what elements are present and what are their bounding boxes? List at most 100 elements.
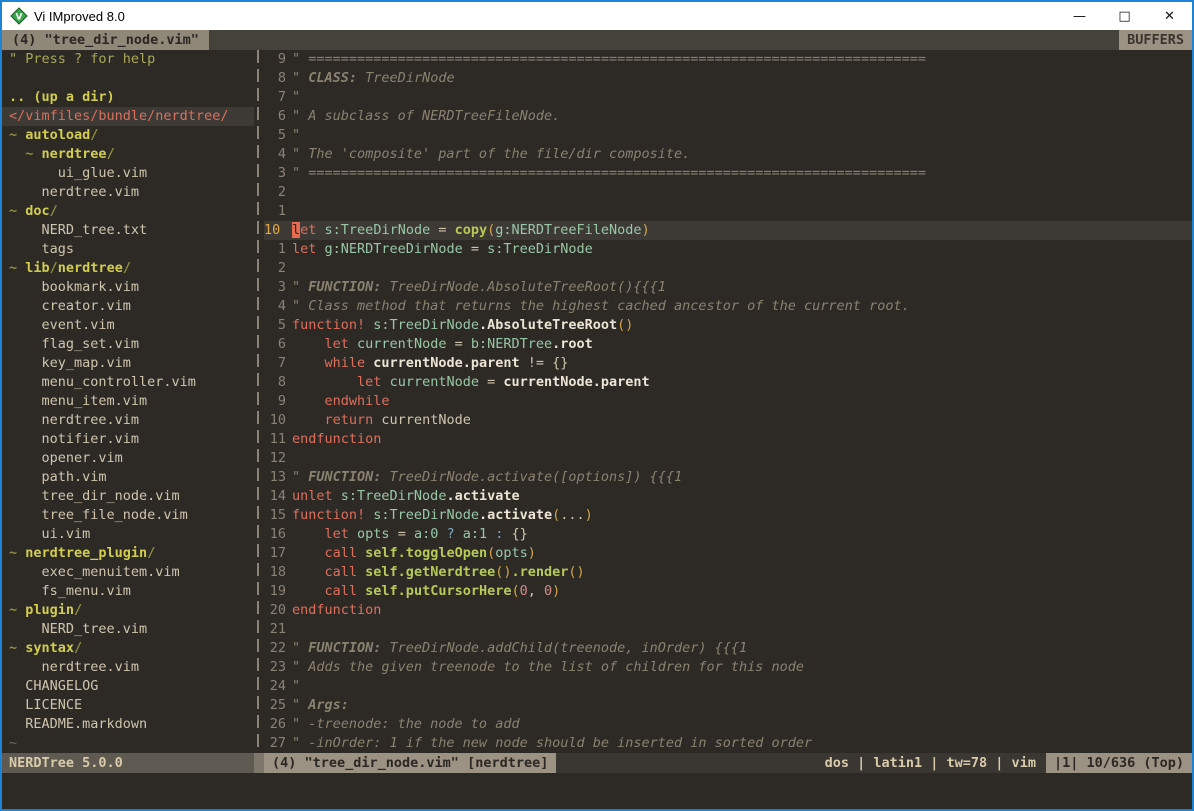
window-separator[interactable] bbox=[254, 50, 264, 753]
tree-item[interactable] bbox=[9, 69, 254, 88]
token-dim: / bbox=[74, 602, 82, 618]
token-id: s:TreeDirNode bbox=[487, 241, 593, 257]
tree-item[interactable]: key_map.vim bbox=[9, 354, 254, 373]
code-line[interactable]: 4" Class method that returns the highest… bbox=[264, 297, 1192, 316]
tree-item[interactable]: CHANGELOG bbox=[9, 677, 254, 696]
code-line[interactable]: 27" -inOrder: 1 if the new node should b… bbox=[264, 734, 1192, 753]
token-pl: {} bbox=[512, 526, 528, 542]
tree-item[interactable]: ~ autoload/ bbox=[9, 126, 254, 145]
tree-item[interactable]: tree_dir_node.vim bbox=[9, 487, 254, 506]
token-pl: != {} bbox=[520, 355, 569, 371]
code-line[interactable]: 21 bbox=[264, 620, 1192, 639]
code-line[interactable]: 11endfunction bbox=[264, 430, 1192, 449]
code-line[interactable]: 20endfunction bbox=[264, 601, 1192, 620]
tree-item[interactable]: bookmark.vim bbox=[9, 278, 254, 297]
code-line[interactable]: 23" Adds the given treenode to the list … bbox=[264, 658, 1192, 677]
code-line[interactable]: 2 bbox=[264, 259, 1192, 278]
code-line[interactable]: 2 bbox=[264, 183, 1192, 202]
tree-item[interactable]: ~ plugin/ bbox=[9, 601, 254, 620]
code-line[interactable]: 3" =====================================… bbox=[264, 164, 1192, 183]
code-line[interactable]: 7" bbox=[264, 88, 1192, 107]
file-info-segment: dos | latin1 | tw=78 | vim bbox=[556, 753, 1046, 773]
token-kw: endwhile bbox=[325, 393, 390, 409]
code-line[interactable]: 17 call self.toggleOpen(opts) bbox=[264, 544, 1192, 563]
code-line[interactable]: 1let g:NERDTreeDirNode = s:TreeDirNode bbox=[264, 240, 1192, 259]
code-line[interactable]: 6 let currentNode = b:NERDTree.root bbox=[264, 335, 1192, 354]
close-button[interactable]: ✕ bbox=[1147, 2, 1192, 30]
tree-item[interactable]: ~ nerdtree_plugin/ bbox=[9, 544, 254, 563]
code-line[interactable]: 24" bbox=[264, 677, 1192, 696]
code-line[interactable]: 19 call self.putCursorHere(0, 0) bbox=[264, 582, 1192, 601]
code-line[interactable]: 3" FUNCTION: TreeDirNode.AbsoluteTreeRoo… bbox=[264, 278, 1192, 297]
token-dir: doc bbox=[25, 203, 49, 219]
token-pl bbox=[292, 355, 325, 371]
token-pl bbox=[349, 526, 357, 542]
tree-item[interactable]: fs_menu.vim bbox=[9, 582, 254, 601]
command-line[interactable] bbox=[2, 773, 1192, 809]
code-line[interactable]: 14unlet s:TreeDirNode.activate bbox=[264, 487, 1192, 506]
tree-item[interactable]: ~ bbox=[9, 734, 254, 753]
tree-item[interactable]: ~ syntax/ bbox=[9, 639, 254, 658]
tree-item[interactable]: LICENCE bbox=[9, 696, 254, 715]
line-number: 6 bbox=[264, 107, 286, 126]
tree-item[interactable]: .. (up a dir) bbox=[9, 88, 254, 107]
tree-item[interactable]: menu_item.vim bbox=[9, 392, 254, 411]
tree-item[interactable]: tree_file_node.vim bbox=[9, 506, 254, 525]
tree-item[interactable]: nerdtree.vim bbox=[9, 658, 254, 677]
tree-item[interactable]: tags bbox=[9, 240, 254, 259]
tree-item[interactable]: ui_glue.vim bbox=[9, 164, 254, 183]
tree-item[interactable]: README.markdown bbox=[9, 715, 254, 734]
code-line[interactable]: 25" Args: bbox=[264, 696, 1192, 715]
tree-item[interactable]: NERD_tree.txt bbox=[9, 221, 254, 240]
code-line[interactable]: 9 endwhile bbox=[264, 392, 1192, 411]
tree-item[interactable]: path.vim bbox=[9, 468, 254, 487]
tree-item[interactable]: " Press ? for help bbox=[9, 50, 254, 69]
tree-root-item[interactable]: </vimfiles/bundle/nerdtree/ bbox=[2, 107, 254, 126]
tree-item[interactable]: ~ lib/nerdtree/ bbox=[9, 259, 254, 278]
tree-item[interactable]: ~ nerdtree/ bbox=[9, 145, 254, 164]
tree-item[interactable]: creator.vim bbox=[9, 297, 254, 316]
code-line[interactable]: 8" CLASS: TreeDirNode bbox=[264, 69, 1192, 88]
token-fnw: currentNode.parent bbox=[503, 374, 649, 390]
token-file: tree_dir_node.vim bbox=[9, 488, 180, 504]
tree-item[interactable]: exec_menuitem.vim bbox=[9, 563, 254, 582]
editor-pane[interactable]: 9" =====================================… bbox=[264, 50, 1192, 753]
code-line[interactable]: 22" FUNCTION: TreeDirNode.addChild(treen… bbox=[264, 639, 1192, 658]
token-dir: nerdtree_plugin bbox=[25, 545, 147, 561]
code-line[interactable]: 10 return currentNode bbox=[264, 411, 1192, 430]
token-id: opts bbox=[357, 526, 390, 542]
code-line[interactable]: 12 bbox=[264, 449, 1192, 468]
code-line[interactable]: 7 while currentNode.parent != {} bbox=[264, 354, 1192, 373]
token-id: s:TreeDirNode bbox=[373, 507, 479, 523]
code-line[interactable]: 13" FUNCTION: TreeDirNode.activate([opti… bbox=[264, 468, 1192, 487]
code-line-current[interactable]: 10let s:TreeDirNode = copy(g:NERDTreeFil… bbox=[264, 221, 1192, 240]
minimize-button[interactable]: — bbox=[1057, 2, 1102, 30]
code-line[interactable]: 9" =====================================… bbox=[264, 50, 1192, 69]
code-line[interactable]: 18 call self.getNerdtree().render() bbox=[264, 563, 1192, 582]
token-par: () bbox=[568, 564, 584, 580]
code-line[interactable]: 15function! s:TreeDirNode.activate(...) bbox=[264, 506, 1192, 525]
maximize-button[interactable]: □ bbox=[1102, 2, 1147, 30]
code-line[interactable]: 4" The 'composite' part of the file/dir … bbox=[264, 145, 1192, 164]
code-line[interactable]: 5" bbox=[264, 126, 1192, 145]
tree-item[interactable]: ui.vim bbox=[9, 525, 254, 544]
tab-tree-dir-node[interactable]: (4) "tree_dir_node.vim" bbox=[2, 30, 209, 50]
tree-item[interactable]: menu_controller.vim bbox=[9, 373, 254, 392]
tree-item[interactable]: flag_set.vim bbox=[9, 335, 254, 354]
code-line[interactable]: 1 bbox=[264, 202, 1192, 221]
code-line[interactable]: 8 let currentNode = currentNode.parent bbox=[264, 373, 1192, 392]
nerdtree-pane[interactable]: " Press ? for help .. (up a dir)</vimfile… bbox=[2, 50, 254, 753]
tree-item[interactable]: notifier.vim bbox=[9, 430, 254, 449]
tree-item[interactable]: opener.vim bbox=[9, 449, 254, 468]
tree-item[interactable]: event.vim bbox=[9, 316, 254, 335]
code-line[interactable]: 6" A subclass of NERDTreeFileNode. bbox=[264, 107, 1192, 126]
tree-item[interactable]: nerdtree.vim bbox=[9, 183, 254, 202]
token-dir: lib bbox=[25, 260, 49, 276]
code-line[interactable]: 16 let opts = a:0 ? a:1 : {} bbox=[264, 525, 1192, 544]
code-line[interactable]: 26" -treenode: the node to add bbox=[264, 715, 1192, 734]
token-file: menu_controller.vim bbox=[9, 374, 196, 390]
tree-item[interactable]: nerdtree.vim bbox=[9, 411, 254, 430]
tree-item[interactable]: NERD_tree.vim bbox=[9, 620, 254, 639]
code-line[interactable]: 5function! s:TreeDirNode.AbsoluteTreeRoo… bbox=[264, 316, 1192, 335]
tree-item[interactable]: ~ doc/ bbox=[9, 202, 254, 221]
